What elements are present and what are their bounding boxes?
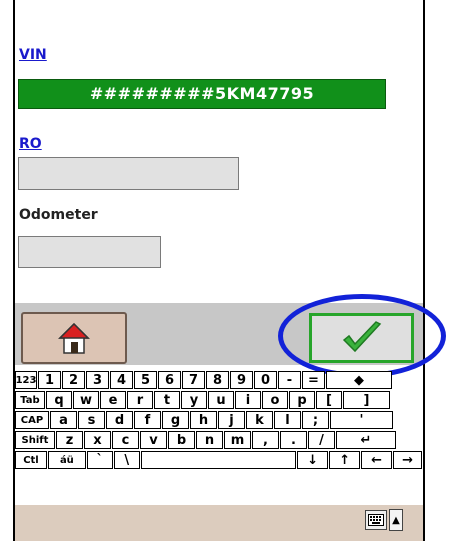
vin-field[interactable]: #########5KM47795 (18, 79, 386, 109)
keyboard-icon[interactable] (365, 510, 387, 530)
checkmark-icon (342, 321, 381, 353)
key-s[interactable]: s (78, 411, 105, 429)
home-icon (58, 322, 90, 354)
key-b[interactable]: b (168, 431, 195, 449)
keyboard-row-2: Tab q w e r t y u i o p [ ] (15, 391, 423, 411)
odometer-label: Odometer (19, 207, 98, 223)
home-button[interactable] (21, 312, 127, 364)
key-backtick[interactable]: ` (86, 451, 113, 469)
key-u[interactable]: u (208, 391, 234, 409)
key-t[interactable]: t (154, 391, 180, 409)
key-3[interactable]: 3 (86, 371, 109, 389)
key-up-arrow[interactable]: ↑ (329, 451, 361, 469)
key-semicolon[interactable]: ; (302, 411, 329, 429)
key-k[interactable]: k (246, 411, 273, 429)
key-w[interactable]: w (73, 391, 99, 409)
key-equals[interactable]: = (302, 371, 325, 389)
taskbar (15, 505, 423, 541)
keyboard-row-1: 123 1 2 3 4 5 6 7 8 9 0 - = ◆ (15, 371, 423, 391)
key-space[interactable] (140, 451, 297, 469)
key-enter[interactable]: ↵ (336, 431, 396, 449)
key-shift[interactable]: Shift (15, 431, 55, 449)
key-5[interactable]: 5 (134, 371, 157, 389)
ro-field[interactable] (18, 157, 239, 190)
key-j[interactable]: j (218, 411, 245, 429)
key-7[interactable]: 7 (182, 371, 205, 389)
key-intl[interactable]: áü (47, 451, 86, 469)
key-6[interactable]: 6 (158, 371, 181, 389)
key-f[interactable]: f (134, 411, 161, 429)
key-q[interactable]: q (46, 391, 72, 409)
key-r[interactable]: r (127, 391, 153, 409)
key-period[interactable]: . (280, 431, 307, 449)
key-caps[interactable]: CAP (15, 411, 49, 429)
keyboard-row-4: Shift z x c v b n m , . / ↵ (15, 431, 423, 451)
key-123[interactable]: 123 (15, 371, 37, 389)
key-n[interactable]: n (196, 431, 223, 449)
key-right-arrow[interactable]: → (393, 451, 422, 469)
key-4[interactable]: 4 (110, 371, 133, 389)
key-p[interactable]: p (289, 391, 315, 409)
key-slash[interactable]: / (308, 431, 335, 449)
key-d[interactable]: d (106, 411, 133, 429)
keyboard-glyph-icon (368, 514, 384, 526)
key-quote[interactable]: ' (330, 411, 393, 429)
ok-button[interactable] (309, 313, 414, 363)
key-0[interactable]: 0 (254, 371, 277, 389)
key-z[interactable]: z (56, 431, 83, 449)
key-comma[interactable]: , (252, 431, 279, 449)
key-minus[interactable]: - (278, 371, 301, 389)
key-c[interactable]: c (112, 431, 139, 449)
key-left-bracket[interactable]: [ (316, 391, 342, 409)
key-a[interactable]: a (50, 411, 77, 429)
key-v[interactable]: v (140, 431, 167, 449)
key-h[interactable]: h (190, 411, 217, 429)
key-down-arrow[interactable]: ↓ (297, 451, 329, 469)
key-1[interactable]: 1 (38, 371, 61, 389)
odometer-field[interactable] (18, 236, 161, 268)
key-2[interactable]: 2 (62, 371, 85, 389)
key-right-bracket[interactable]: ] (343, 391, 390, 409)
key-ctrl[interactable]: Ctl (15, 451, 47, 469)
key-tab[interactable]: Tab (15, 391, 45, 409)
vin-label[interactable]: VIN (19, 47, 47, 63)
sip-menu-up-icon[interactable]: ▲ (389, 509, 403, 531)
soft-keyboard: 123 1 2 3 4 5 6 7 8 9 0 - = ◆ Tab q w e … (15, 371, 423, 505)
ro-label[interactable]: RO (19, 136, 42, 152)
key-m[interactable]: m (224, 431, 251, 449)
key-o[interactable]: o (262, 391, 288, 409)
keyboard-row-3: CAP a s d f g h j k l ; ' (15, 411, 423, 431)
key-g[interactable]: g (162, 411, 189, 429)
key-l[interactable]: l (274, 411, 301, 429)
key-e[interactable]: e (100, 391, 126, 409)
key-i[interactable]: i (235, 391, 261, 409)
key-backspace[interactable]: ◆ (326, 371, 392, 389)
keyboard-row-5: Ctl áü ` \ ↓ ↑ ← → (15, 451, 423, 471)
key-y[interactable]: y (181, 391, 207, 409)
key-x[interactable]: x (84, 431, 111, 449)
key-backslash[interactable]: \ (113, 451, 140, 469)
key-8[interactable]: 8 (206, 371, 229, 389)
key-9[interactable]: 9 (230, 371, 253, 389)
key-left-arrow[interactable]: ← (361, 451, 393, 469)
